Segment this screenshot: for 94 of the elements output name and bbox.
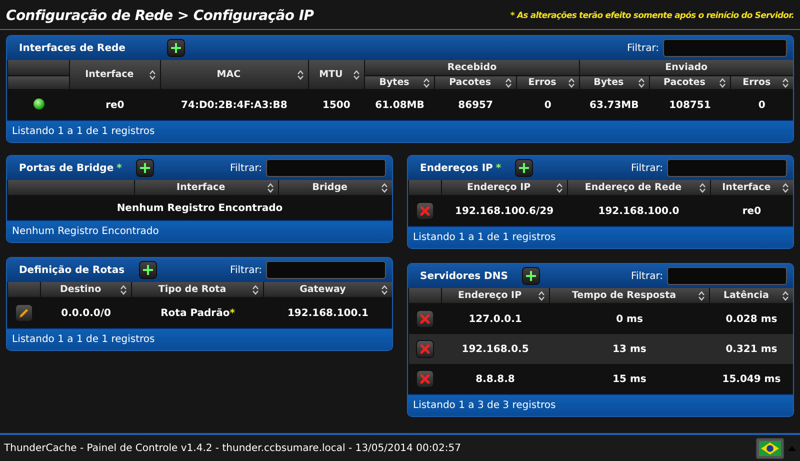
table-cell: 192.168.0.5 [442, 334, 550, 364]
column-header[interactable]: Erros [730, 76, 793, 90]
sort-icon [698, 182, 706, 192]
sort-icon [782, 78, 789, 88]
add-button[interactable] [136, 159, 154, 177]
column-header[interactable]: Endereço IP [442, 288, 550, 304]
sort-icon [381, 182, 388, 192]
column-header[interactable]: Gateway [264, 282, 392, 298]
column-header[interactable]: Tempo de Resposta [549, 288, 710, 304]
column-header[interactable]: Recebido [364, 60, 580, 76]
required-mark: * [230, 308, 235, 318]
sort-icon [120, 284, 128, 294]
sort-icon [353, 70, 360, 80]
sort-icon [782, 290, 789, 300]
add-button[interactable] [167, 39, 186, 57]
column-header[interactable]: Endereço IP [442, 180, 568, 196]
column-header[interactable]: Interface [134, 180, 278, 196]
delete-button[interactable] [416, 310, 434, 328]
panel-title: Endereços IP [420, 162, 493, 174]
sort-icon [782, 182, 789, 192]
sort-icon [504, 78, 512, 88]
delete-button[interactable] [416, 340, 434, 358]
sort-icon [538, 290, 545, 300]
panel-title: Definição de Rotas [19, 264, 125, 276]
panel-title: Servidores DNS [420, 270, 508, 282]
delete-button[interactable] [416, 370, 434, 388]
filter-field[interactable] [667, 267, 787, 285]
filter-label: Filtrar: [630, 162, 663, 174]
panel-footer: Listando 1 a 1 de 1 registros [7, 328, 392, 350]
notice-text: * As alterações terão efeito somente após o reinício do Servidor. [510, 11, 794, 21]
filter-field[interactable] [667, 159, 787, 177]
close-icon [420, 374, 430, 384]
panel-footer: Listando 1 a 1 de 1 registros [7, 120, 793, 142]
required-mark: * [496, 162, 502, 174]
sort-icon [296, 70, 304, 80]
sort-icon [638, 78, 645, 88]
edit-button[interactable] [15, 304, 33, 322]
close-icon [420, 344, 430, 354]
delete-button[interactable] [416, 202, 434, 220]
filter-label: Filtrar: [626, 42, 659, 54]
panel-title: Interfaces de Rede [19, 42, 126, 54]
filter-label: Filtrar: [230, 162, 262, 174]
column-header[interactable]: Enviado [579, 60, 793, 76]
sort-icon [698, 290, 706, 300]
sort-icon [266, 182, 274, 192]
panel-footer: Listando 1 a 3 de 3 registros [408, 394, 793, 416]
sort-icon [568, 78, 575, 88]
close-icon [420, 314, 430, 324]
sort-icon [381, 284, 388, 294]
column-header[interactable]: MAC [160, 60, 308, 90]
status-text: ThunderCache - Painel de Controle v1.4.2 - thunder.ccbsumare.local - 13/05/2014 00:02:57 [4, 442, 462, 454]
status-dot-icon [32, 98, 44, 110]
column-header[interactable]: Bridge [278, 180, 392, 196]
panel-title: Portas de Bridge [19, 162, 114, 174]
filter-label: Filtrar: [630, 270, 663, 282]
panel-footer: Nenhum Registro Encontrado [7, 220, 392, 242]
column-header[interactable]: Bytes [364, 76, 435, 90]
filter-field[interactable] [266, 261, 386, 279]
sort-icon [148, 70, 156, 80]
add-button[interactable] [138, 261, 157, 279]
filter-field[interactable] [266, 159, 386, 177]
filter-field[interactable] [663, 39, 787, 57]
column-header[interactable]: Erros [516, 76, 580, 90]
column-header[interactable]: Destino [40, 282, 132, 298]
sort-icon [556, 182, 563, 192]
required-mark: * [116, 162, 122, 174]
column-header[interactable]: MTU [308, 60, 365, 90]
sort-icon [423, 78, 430, 88]
table-cell: 0.321 ms [710, 334, 793, 364]
add-button[interactable] [522, 267, 540, 285]
column-header[interactable]: Endereço de Rede [567, 180, 710, 196]
page-title: Configuração de Rede > Configuração IP [6, 8, 314, 24]
column-header[interactable]: Pacotes [434, 76, 516, 90]
plus-icon [142, 265, 153, 275]
column-header[interactable]: Interface [70, 60, 160, 90]
panel-footer: Listando 1 a 1 de 1 registros [408, 226, 793, 248]
column-header[interactable]: Bytes [579, 76, 650, 90]
column-header[interactable]: Interface [710, 180, 793, 196]
sort-icon [719, 78, 726, 88]
language-button[interactable] [756, 438, 784, 458]
column-header[interactable]: Tipo de Rota [132, 282, 264, 298]
table-cell: 13 ms [549, 334, 710, 364]
sort-icon [252, 284, 260, 294]
pencil-icon [19, 308, 29, 318]
column-header[interactable]: Latência [710, 288, 793, 304]
add-button[interactable] [515, 159, 534, 177]
column-header[interactable]: Pacotes [649, 76, 731, 90]
filter-label: Filtrar: [230, 264, 262, 276]
close-icon [420, 206, 430, 216]
plus-icon [519, 163, 530, 173]
plus-icon [171, 43, 182, 53]
plus-icon [140, 163, 150, 173]
flag-icon [759, 440, 781, 456]
plus-icon [526, 271, 536, 281]
